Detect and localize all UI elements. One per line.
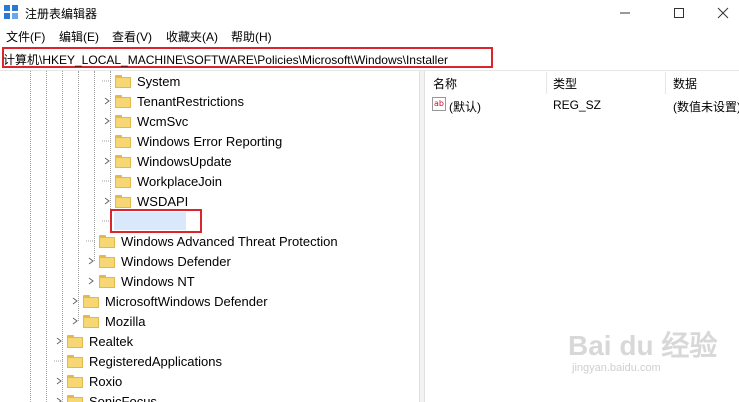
minimize-button[interactable] bbox=[602, 0, 648, 25]
close-icon bbox=[717, 7, 729, 18]
tree-node-label: System bbox=[137, 73, 181, 89]
chevron-right-icon[interactable] bbox=[70, 291, 80, 311]
pane-splitter[interactable] bbox=[419, 71, 425, 402]
folder-icon bbox=[67, 394, 83, 402]
column-divider[interactable] bbox=[665, 72, 666, 94]
tree-node[interactable]: WindowsUpdate bbox=[102, 151, 232, 171]
tree-node-label: MicrosoftWindows Defender bbox=[105, 293, 268, 309]
svg-text:ab: ab bbox=[434, 99, 444, 108]
chevron-right-icon[interactable] bbox=[54, 391, 64, 402]
chevron-right-icon[interactable] bbox=[102, 191, 112, 211]
maximize-button[interactable] bbox=[656, 0, 702, 25]
value-type[interactable]: REG_SZ bbox=[553, 98, 601, 112]
tree-node-label: Windows Defender bbox=[121, 253, 231, 269]
menu-favorites[interactable]: 收藏夹(A) bbox=[166, 28, 218, 45]
tree-node-label: WSDAPI bbox=[137, 193, 189, 209]
chevron-right-icon[interactable] bbox=[54, 371, 64, 391]
folder-icon bbox=[67, 374, 83, 388]
registry-editor-icon bbox=[4, 5, 18, 19]
folder-icon bbox=[99, 254, 115, 268]
tree-node[interactable]: TenantRestrictions bbox=[102, 91, 244, 111]
tree-node-label: TenantRestrictions bbox=[137, 93, 244, 109]
tree-guide-line bbox=[46, 71, 47, 402]
folder-icon bbox=[115, 154, 131, 168]
folder-icon bbox=[67, 354, 83, 368]
chevron-right-icon[interactable] bbox=[86, 251, 96, 271]
folder-icon bbox=[115, 74, 131, 88]
installer-annotation-box bbox=[110, 209, 202, 233]
tree-node-label: Realtek bbox=[89, 333, 134, 349]
maximize-icon bbox=[674, 7, 684, 18]
tree-node-label: SonicFocus bbox=[89, 393, 157, 402]
tree-connector bbox=[102, 71, 112, 91]
chevron-right-icon[interactable] bbox=[54, 331, 64, 351]
tree-node[interactable]: WcmSvc bbox=[102, 111, 188, 131]
folder-icon bbox=[67, 334, 83, 348]
column-header-data[interactable]: 数据 bbox=[673, 75, 697, 92]
folder-icon bbox=[115, 134, 131, 148]
tree-node[interactable]: Windows NT bbox=[86, 271, 195, 291]
value-name[interactable]: (默认) bbox=[449, 98, 481, 115]
tree-node[interactable]: SonicFocus bbox=[54, 391, 157, 402]
folder-icon bbox=[115, 94, 131, 108]
chevron-right-icon[interactable] bbox=[102, 91, 112, 111]
menu-bar bbox=[0, 25, 739, 45]
folder-icon bbox=[99, 274, 115, 288]
tree-node[interactable]: Realtek bbox=[54, 331, 133, 351]
menu-file[interactable]: 文件(F) bbox=[6, 28, 45, 45]
address-path[interactable]: 计算机\HKEY_LOCAL_MACHINE\SOFTWARE\Policies… bbox=[3, 51, 448, 68]
folder-icon bbox=[115, 194, 131, 208]
tree-connector bbox=[102, 131, 112, 151]
tree-node-label: Windows Error Reporting bbox=[137, 133, 283, 149]
column-header-type[interactable]: 类型 bbox=[553, 75, 577, 92]
key-tree[interactable]: System TenantRestrictions WcmSvc Windows Er… bbox=[0, 71, 413, 402]
tree-node[interactable]: WSDAPI bbox=[102, 191, 188, 211]
watermark-url: jingyan.baidu.com bbox=[572, 362, 661, 374]
tree-connector bbox=[102, 171, 112, 191]
menu-edit[interactable]: 编辑(E) bbox=[59, 28, 99, 45]
string-value-icon: ab bbox=[432, 97, 446, 111]
minimize-icon bbox=[620, 12, 630, 13]
tree-node-label: Windows Advanced Threat Protection bbox=[121, 233, 338, 249]
chevron-right-icon[interactable] bbox=[102, 111, 112, 131]
tree-node[interactable]: Roxio bbox=[54, 371, 122, 391]
tree-node[interactable]: Windows Error Reporting bbox=[102, 131, 282, 151]
tree-node-label: Windows NT bbox=[121, 273, 195, 289]
column-divider[interactable] bbox=[546, 72, 547, 94]
tree-node[interactable]: Mozilla bbox=[70, 311, 145, 331]
chevron-right-icon[interactable] bbox=[70, 311, 80, 331]
tree-node[interactable]: MicrosoftWindows Defender bbox=[70, 291, 268, 311]
tree-node[interactable]: WorkplaceJoin bbox=[102, 171, 222, 191]
tree-node[interactable]: Windows Defender bbox=[86, 251, 231, 271]
tree-connector bbox=[54, 351, 64, 371]
tree-node[interactable]: RegisteredApplications bbox=[54, 351, 222, 371]
chevron-right-icon[interactable] bbox=[102, 151, 112, 171]
tree-guide-line bbox=[78, 71, 79, 321]
menu-help[interactable]: 帮助(H) bbox=[231, 28, 272, 45]
tree-node-label: WcmSvc bbox=[137, 113, 189, 129]
folder-icon bbox=[115, 114, 131, 128]
folder-icon bbox=[83, 314, 99, 328]
folder-icon bbox=[99, 234, 115, 248]
value-data[interactable]: (数值未设置) bbox=[673, 98, 739, 115]
menu-view[interactable]: 查看(V) bbox=[112, 28, 152, 45]
folder-icon bbox=[83, 294, 99, 308]
close-button[interactable] bbox=[700, 0, 739, 25]
chevron-right-icon[interactable] bbox=[86, 271, 96, 291]
tree-node-label: Mozilla bbox=[105, 313, 146, 329]
folder-icon bbox=[115, 174, 131, 188]
column-header-name[interactable]: 名称 bbox=[433, 75, 457, 92]
tree-node-label: Roxio bbox=[89, 373, 123, 389]
tree-node-label: WindowsUpdate bbox=[137, 153, 232, 169]
tree-connector bbox=[86, 231, 96, 251]
tree-node[interactable]: Windows Advanced Threat Protection bbox=[86, 231, 338, 251]
window-title: 注册表编辑器 bbox=[25, 7, 98, 21]
watermark-logo: Bai du 经验 bbox=[568, 330, 718, 361]
tree-node-label: WorkplaceJoin bbox=[137, 173, 223, 189]
tree-node-label: RegisteredApplications bbox=[89, 353, 222, 369]
tree-guide-line bbox=[30, 71, 31, 402]
tree-node[interactable]: System bbox=[102, 71, 180, 91]
